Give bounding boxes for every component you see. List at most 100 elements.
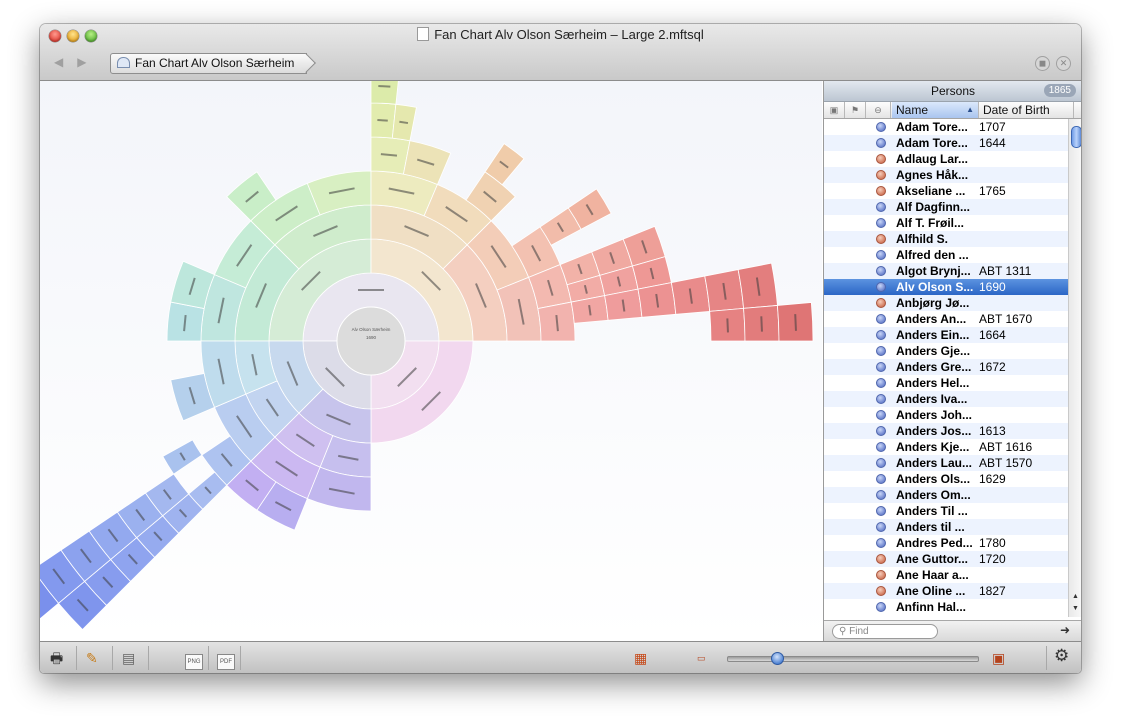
export-pdf-button[interactable]: PDF — [217, 650, 235, 670]
male-icon — [876, 474, 886, 484]
scrollbar-thumb[interactable] — [1071, 126, 1081, 148]
person-row[interactable]: Alf Dagfinn... — [824, 199, 1068, 215]
persons-list[interactable]: Adam Tore... 1707 Adam Tore... 1644 Adlaug L… — [824, 119, 1068, 617]
center-person-name: Alv Olson Særheim — [352, 327, 391, 332]
book-icon[interactable]: ▤ — [122, 650, 135, 666]
person-row[interactable]: Andres Ped... 1780 — [824, 535, 1068, 551]
export-png-button[interactable]: PNG — [185, 650, 203, 670]
person-row[interactable]: Adlaug Lar... — [824, 151, 1068, 167]
person-row[interactable]: Ane Haar a... — [824, 567, 1068, 583]
go-arrow-icon[interactable]: ➜ — [1060, 623, 1070, 637]
person-row[interactable]: Anfinn Hal... — [824, 599, 1068, 615]
person-row[interactable]: Alv Olson S... 1690 — [824, 279, 1068, 295]
zoom-slider-knob[interactable] — [771, 652, 785, 665]
person-row[interactable]: Anders Gje... — [824, 343, 1068, 359]
person-row[interactable]: Adam Tore... 1644 — [824, 135, 1068, 151]
person-birth-date: 1629 — [979, 472, 1006, 486]
person-row[interactable]: Anders Hel... — [824, 375, 1068, 391]
person-name: Anbjørg Jø... — [896, 296, 970, 310]
edit-pencil-icon[interactable]: ✎ — [86, 650, 98, 666]
male-icon — [876, 410, 886, 420]
back-button[interactable]: ◀ — [54, 55, 77, 69]
column-date-header[interactable]: Date of Birth — [979, 102, 1074, 118]
person-row[interactable]: Anders Kje... ABT 1616 — [824, 439, 1068, 455]
forward-button[interactable]: ▶ — [77, 55, 100, 69]
column-flag-icon[interactable]: ⚑ — [845, 102, 866, 118]
fan-chart[interactable]: Alv Olson Særheim 1690 — [40, 81, 822, 641]
person-birth-date: 1613 — [979, 424, 1006, 438]
person-row[interactable]: Anders Jos... 1613 — [824, 423, 1068, 439]
person-row[interactable]: Algot Brynj... ABT 1311 — [824, 263, 1068, 279]
person-birth-date: 1780 — [979, 536, 1006, 550]
male-icon — [876, 282, 886, 292]
person-row[interactable]: Anders An... ABT 1670 — [824, 311, 1068, 327]
person-row[interactable]: Akseliane ... 1765 — [824, 183, 1068, 199]
zoom-out-icon[interactable]: ▭ — [697, 650, 706, 666]
zoom-in-icon[interactable]: ▣ — [992, 650, 1005, 666]
person-birth-date: ABT 1670 — [979, 312, 1033, 326]
person-name: Akseliane ... — [896, 184, 966, 198]
person-row[interactable]: Ane Oline ... 1827 — [824, 583, 1068, 599]
history-nav: ◀▶ — [54, 55, 100, 69]
close-tab-icon[interactable]: ✕ — [1056, 56, 1071, 71]
person-birth-date: 1720 — [979, 552, 1006, 566]
find-field[interactable]: ⚲ Find — [832, 624, 938, 639]
column-person-icon[interactable]: ▣ — [824, 102, 845, 118]
chart-options-icon[interactable]: ▦ — [634, 650, 647, 666]
person-row[interactable]: Anders Om... — [824, 487, 1068, 503]
male-icon — [876, 346, 886, 356]
person-row[interactable]: Anders Ols... 1629 — [824, 471, 1068, 487]
person-row[interactable]: Agnes Håk... — [824, 167, 1068, 183]
person-row[interactable]: Anders Joh... — [824, 407, 1068, 423]
person-row[interactable]: Alfred den ... — [824, 247, 1068, 263]
person-name: Ane Guttor... — [896, 552, 968, 566]
zoom-slider[interactable] — [727, 652, 979, 665]
person-birth-date: ABT 1616 — [979, 440, 1033, 454]
breadcrumb[interactable]: Fan Chart Alv Olson Særheim — [110, 53, 308, 74]
person-birth-date: 1765 — [979, 184, 1006, 198]
person-row[interactable]: Anbjørg Jø... — [824, 295, 1068, 311]
scroll-down-arrow-icon[interactable]: ▼ — [1072, 605, 1079, 612]
breadcrumb-label: Fan Chart Alv Olson Særheim — [135, 56, 295, 70]
persons-scrollbar[interactable]: ▲ ▼ — [1068, 119, 1081, 617]
column-gender-icon[interactable]: ⊖ — [866, 102, 891, 118]
male-icon — [876, 250, 886, 260]
person-name: Anders Til ... — [896, 504, 968, 518]
person-name: Anders Joh... — [896, 408, 973, 422]
person-row[interactable]: Adam Tore... 1707 — [824, 119, 1068, 135]
person-row[interactable]: Alf T. Frøil... — [824, 215, 1068, 231]
person-row[interactable]: Anders Iva... — [824, 391, 1068, 407]
settings-gear-icon[interactable]: ⚙ — [1054, 647, 1069, 664]
person-name: Anders Gje... — [896, 344, 971, 358]
female-icon — [876, 170, 886, 180]
person-name: Anders Kje... — [896, 440, 970, 454]
person-row[interactable]: Anders til ... — [824, 519, 1068, 535]
ancestor-sector[interactable] — [370, 81, 399, 105]
print-icon[interactable]: 🖶 — [50, 650, 63, 666]
person-name: Anders An... — [896, 312, 967, 326]
person-name: Agnes Håk... — [896, 168, 969, 182]
person-row[interactable]: Ane Guttor... 1720 — [824, 551, 1068, 567]
center-person[interactable] — [336, 306, 406, 376]
male-icon — [876, 458, 886, 468]
person-row[interactable]: Alfhild S. — [824, 231, 1068, 247]
find-placeholder: Find — [849, 626, 869, 637]
person-name: Algot Brynj... — [896, 264, 971, 278]
male-icon — [876, 522, 886, 532]
male-icon — [876, 490, 886, 500]
person-birth-date: 1672 — [979, 360, 1006, 374]
person-birth-date: ABT 1311 — [979, 264, 1032, 278]
column-name-header[interactable]: Name ▲ — [892, 102, 979, 118]
chart-canvas[interactable]: Alv Olson Særheim 1690 — [40, 81, 822, 641]
stop-icon[interactable]: ◼ — [1035, 56, 1050, 71]
person-row[interactable]: Anders Gre... 1672 — [824, 359, 1068, 375]
scroll-up-arrow-icon[interactable]: ▲ — [1072, 593, 1079, 600]
persons-sidebar: Persons 1865 ▣ ⚑ ⊖ Name ▲ Date of Birth Ad… — [823, 81, 1081, 642]
person-name: Adlaug Lar... — [896, 152, 969, 166]
separator — [112, 646, 113, 670]
male-icon — [876, 378, 886, 388]
person-row[interactable]: Anders Ein... 1664 — [824, 327, 1068, 343]
person-row[interactable]: Anders Til ... — [824, 503, 1068, 519]
male-icon — [876, 426, 886, 436]
person-row[interactable]: Anders Lau... ABT 1570 — [824, 455, 1068, 471]
